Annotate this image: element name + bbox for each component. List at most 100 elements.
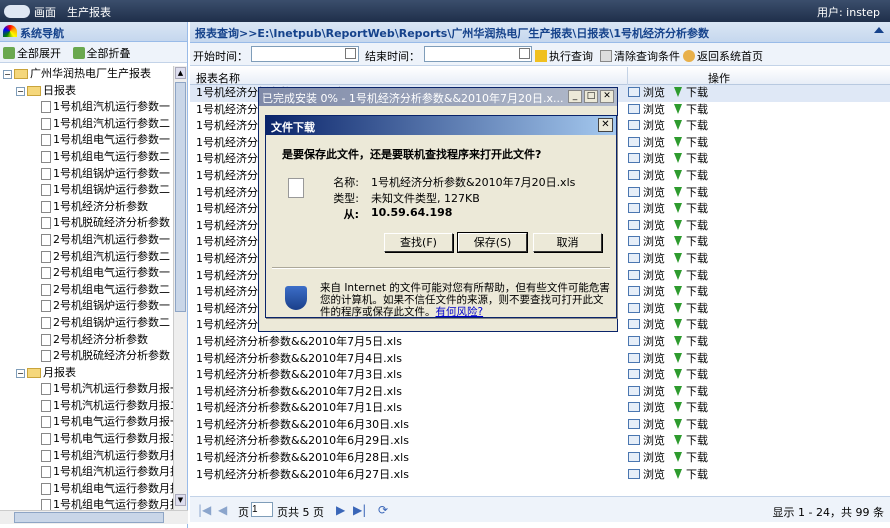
tree-report-node[interactable]: 1号机汽机运行参数月报一 bbox=[0, 381, 173, 398]
table-row[interactable]: 1号机经济分析参数&&2010年6月27日.xls 浏览 下载 bbox=[190, 467, 890, 484]
download-link[interactable]: 下载 bbox=[674, 118, 708, 134]
tree-report-node[interactable]: 1号机组电气运行参数一 bbox=[0, 132, 173, 149]
install-window-titlebar[interactable]: 已完成安装 0% - 1号机经济分析参数&&2010年7月20日.x... _ … bbox=[259, 88, 617, 106]
browse-link[interactable]: 浏览 bbox=[628, 417, 665, 433]
maximize-icon[interactable]: □ bbox=[584, 90, 598, 103]
run-query-button[interactable]: 执行查询 bbox=[535, 48, 593, 64]
download-link[interactable]: 下载 bbox=[674, 151, 708, 167]
download-link[interactable]: 下载 bbox=[674, 317, 708, 333]
tree-report-node[interactable]: 1号机组电气运行参数二 bbox=[0, 149, 173, 166]
download-link[interactable]: 下载 bbox=[674, 450, 708, 466]
tree-report-node[interactable]: 1号机经济分析参数 bbox=[0, 199, 173, 216]
download-link[interactable]: 下载 bbox=[674, 351, 708, 367]
next-page-icon[interactable]: ▶ bbox=[336, 503, 345, 517]
download-link[interactable]: 下载 bbox=[674, 185, 708, 201]
start-time-input[interactable] bbox=[251, 46, 359, 62]
download-link[interactable]: 下载 bbox=[674, 433, 708, 449]
tree-report-node[interactable]: 1号机组锅炉运行参数一 bbox=[0, 166, 173, 183]
tree-folder-node[interactable]: − 广州华润热电厂生产报表 bbox=[0, 66, 173, 83]
collapse-toggle-icon[interactable]: − bbox=[16, 86, 25, 96]
browse-link[interactable]: 浏览 bbox=[628, 367, 665, 383]
browse-link[interactable]: 浏览 bbox=[628, 268, 665, 284]
download-link[interactable]: 下载 bbox=[674, 400, 708, 416]
first-page-icon[interactable]: |◀ bbox=[198, 503, 211, 517]
tree-report-node[interactable]: 2号机组电气运行参数一 bbox=[0, 265, 173, 282]
browse-link[interactable]: 浏览 bbox=[628, 234, 665, 250]
collapse-toggle-icon[interactable]: − bbox=[16, 368, 25, 378]
browse-link[interactable]: 浏览 bbox=[628, 301, 665, 317]
tree-report-node[interactable]: 1号机组锅炉运行参数二 bbox=[0, 182, 173, 199]
menu-item-production-reports[interactable]: 生产报表 bbox=[67, 4, 111, 20]
tree-report-node[interactable]: 1号机电气运行参数月报二 bbox=[0, 431, 173, 448]
dialog-titlebar[interactable]: 文件下载 ✕ bbox=[266, 116, 616, 135]
download-link[interactable]: 下载 bbox=[674, 218, 708, 234]
table-row[interactable]: 1号机经济分析参数&&2010年6月30日.xls 浏览 下载 bbox=[190, 417, 890, 434]
cancel-button[interactable]: 取消 bbox=[533, 233, 602, 252]
table-row[interactable]: 1号机经济分析参数&&2010年7月2日.xls 浏览 下载 bbox=[190, 384, 890, 401]
browse-link[interactable]: 浏览 bbox=[628, 317, 665, 333]
browse-link[interactable]: 浏览 bbox=[628, 102, 665, 118]
refresh-icon[interactable]: ⟳ bbox=[378, 503, 388, 517]
tree-report-node[interactable]: 1号机组汽机运行参数二 bbox=[0, 116, 173, 133]
collapse-panel-icon[interactable] bbox=[874, 27, 884, 33]
download-link[interactable]: 下载 bbox=[674, 201, 708, 217]
table-row[interactable]: 1号机经济分析参数&&2010年7月3日.xls 浏览 下载 bbox=[190, 367, 890, 384]
download-link[interactable]: 下载 bbox=[674, 251, 708, 267]
prev-page-icon[interactable]: ◀ bbox=[218, 503, 227, 517]
browse-link[interactable]: 浏览 bbox=[628, 351, 665, 367]
tree-report-node[interactable]: 1号机汽机运行参数月报二 bbox=[0, 398, 173, 415]
dialog-close-icon[interactable]: ✕ bbox=[598, 118, 613, 132]
browse-link[interactable]: 浏览 bbox=[628, 384, 665, 400]
download-link[interactable]: 下载 bbox=[674, 417, 708, 433]
close-icon[interactable]: ✕ bbox=[600, 90, 614, 103]
browse-link[interactable]: 浏览 bbox=[628, 151, 665, 167]
download-link[interactable]: 下载 bbox=[674, 85, 708, 101]
tree-report-node[interactable]: 1号机组汽机运行参数月报 bbox=[0, 464, 173, 481]
find-button[interactable]: 查找(F) bbox=[384, 233, 453, 252]
collapse-toggle-icon[interactable]: − bbox=[3, 70, 12, 79]
browse-link[interactable]: 浏览 bbox=[628, 467, 665, 483]
download-link[interactable]: 下载 bbox=[674, 367, 708, 383]
menu-item-screen[interactable]: 画面 bbox=[34, 4, 56, 20]
tree-horizontal-scrollbar[interactable] bbox=[0, 510, 188, 524]
table-row[interactable]: 1号机经济分析参数&&2010年7月4日.xls 浏览 下载 bbox=[190, 351, 890, 368]
download-link[interactable]: 下载 bbox=[674, 284, 708, 300]
table-row[interactable]: 1号机经济分析参数&&2010年6月28日.xls 浏览 下载 bbox=[190, 450, 890, 467]
download-link[interactable]: 下载 bbox=[674, 384, 708, 400]
browse-link[interactable]: 浏览 bbox=[628, 135, 665, 151]
last-page-icon[interactable]: ▶| bbox=[353, 503, 366, 517]
download-link[interactable]: 下载 bbox=[674, 102, 708, 118]
download-link[interactable]: 下载 bbox=[674, 301, 708, 317]
tree-report-node[interactable]: 1号机组汽机运行参数月报 bbox=[0, 448, 173, 465]
tree-report-node[interactable]: 2号机组电气运行参数二 bbox=[0, 282, 173, 299]
tree-report-node[interactable]: 1号机电气运行参数月报一 bbox=[0, 414, 173, 431]
end-calendar-icon[interactable] bbox=[519, 48, 530, 59]
tree-report-node[interactable]: 1号机组电气运行参数月报 bbox=[0, 481, 173, 498]
table-row[interactable]: 1号机经济分析参数&&2010年7月5日.xls 浏览 下载 bbox=[190, 334, 890, 351]
tree-report-node[interactable]: 2号机组汽机运行参数二 bbox=[0, 249, 173, 266]
clear-query-button[interactable]: 清除查询条件 bbox=[600, 48, 680, 64]
tree-report-node[interactable]: 2号机经济分析参数 bbox=[0, 332, 173, 349]
tree-report-node[interactable]: 2号机脱硫经济分析参数 bbox=[0, 348, 173, 365]
download-link[interactable]: 下载 bbox=[674, 268, 708, 284]
risk-link[interactable]: 有何风险? bbox=[436, 306, 484, 318]
tree-report-node[interactable]: 2号机组锅炉运行参数一 bbox=[0, 298, 173, 315]
page-number-input[interactable] bbox=[251, 502, 273, 517]
scroll-down-arrow-icon[interactable]: ▼ bbox=[175, 494, 186, 506]
browse-link[interactable]: 浏览 bbox=[628, 218, 665, 234]
end-time-input[interactable] bbox=[424, 46, 532, 62]
hscroll-thumb[interactable] bbox=[14, 512, 164, 523]
browse-link[interactable]: 浏览 bbox=[628, 118, 665, 134]
browse-link[interactable]: 浏览 bbox=[628, 334, 665, 350]
download-link[interactable]: 下载 bbox=[674, 467, 708, 483]
download-link[interactable]: 下载 bbox=[674, 234, 708, 250]
download-link[interactable]: 下载 bbox=[674, 334, 708, 350]
scroll-up-arrow-icon[interactable]: ▲ bbox=[175, 67, 186, 79]
tree-folder-node[interactable]: − 日报表 bbox=[0, 83, 173, 100]
browse-link[interactable]: 浏览 bbox=[628, 251, 665, 267]
browse-link[interactable]: 浏览 bbox=[628, 185, 665, 201]
home-button[interactable]: 返回系统首页 bbox=[683, 48, 763, 64]
browse-link[interactable]: 浏览 bbox=[628, 433, 665, 449]
browse-link[interactable]: 浏览 bbox=[628, 201, 665, 217]
download-link[interactable]: 下载 bbox=[674, 135, 708, 151]
